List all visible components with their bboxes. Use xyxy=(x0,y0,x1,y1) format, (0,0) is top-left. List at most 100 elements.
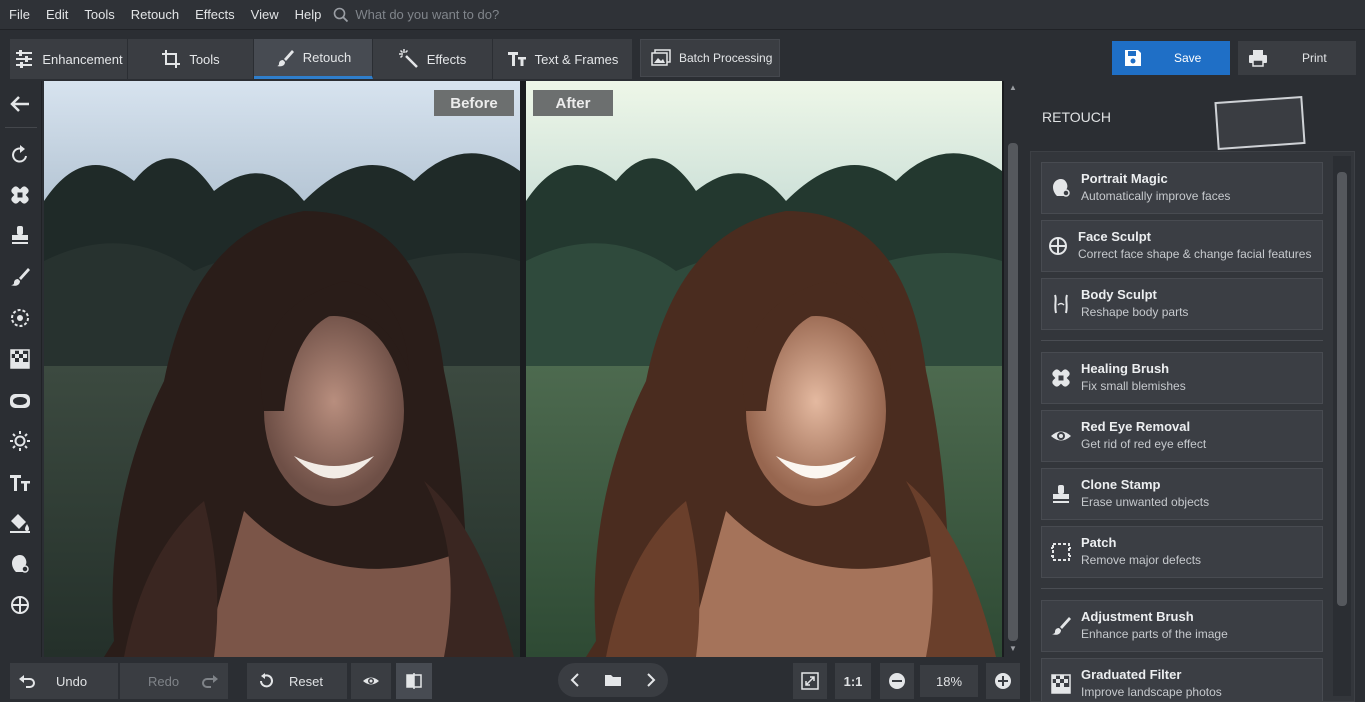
reset-button[interactable]: Reset xyxy=(247,663,347,699)
actual-size-button[interactable]: 1:1 xyxy=(835,663,871,699)
selection-tool[interactable] xyxy=(6,304,34,332)
face-sculpt-tool[interactable] xyxy=(6,591,34,619)
reset-icon xyxy=(260,673,273,688)
menu-tools[interactable]: Tools xyxy=(76,0,122,29)
item-title: Patch xyxy=(1081,535,1117,550)
before-image: Before xyxy=(44,81,520,657)
item-title: Body Sculpt xyxy=(1081,287,1157,302)
panel-scrollbar[interactable] xyxy=(1333,156,1351,696)
tab-retouch[interactable]: Retouch xyxy=(254,39,373,79)
eye-icon xyxy=(363,677,379,685)
scroll-thumb[interactable] xyxy=(1337,172,1347,606)
patch-item[interactable]: Patch Remove major defects xyxy=(1041,526,1323,578)
brush-icon xyxy=(1052,617,1071,635)
target-icon xyxy=(11,309,29,327)
zoom-out-button[interactable] xyxy=(880,663,914,699)
menu-edit[interactable]: Edit xyxy=(38,0,76,29)
batch-processing-button[interactable]: Batch Processing xyxy=(640,39,780,77)
undo-button[interactable]: Undo xyxy=(10,663,118,699)
tab-text-frames[interactable]: Text & Frames xyxy=(493,39,633,79)
red-eye-removal-item[interactable]: Red Eye Removal Get rid of red eye effec… xyxy=(1041,410,1323,462)
preview-toggle-button[interactable] xyxy=(351,663,391,699)
adjustment-brush-item[interactable]: Adjustment Brush Enhance parts of the im… xyxy=(1041,600,1323,652)
next-image-icon[interactable] xyxy=(642,672,658,688)
printer-icon xyxy=(1249,50,1267,67)
body-sculpt-item[interactable]: Body Sculpt Reshape body parts xyxy=(1041,278,1323,330)
tab-tools[interactable]: Tools xyxy=(128,39,254,79)
tab-effects[interactable]: Effects xyxy=(373,39,493,79)
retouch-panel: RETOUCH Portrait Magic Automatically imp… xyxy=(1030,81,1365,702)
text-icon xyxy=(10,475,30,491)
tab-enhancement[interactable]: Enhancement xyxy=(10,39,128,79)
menu-view[interactable]: View xyxy=(243,0,287,29)
clone-stamp-item[interactable]: Clone Stamp Erase unwanted objects xyxy=(1041,468,1323,520)
scroll-up-icon[interactable]: ▲ xyxy=(1008,83,1018,93)
zoom-level[interactable]: 18% xyxy=(920,665,978,697)
item-title: Adjustment Brush xyxy=(1081,609,1194,624)
scroll-thumb[interactable] xyxy=(1008,143,1018,641)
paint-bucket-icon xyxy=(10,514,30,533)
print-button[interactable]: Print xyxy=(1238,41,1356,75)
scroll-down-icon[interactable]: ▼ xyxy=(1008,644,1018,654)
item-desc: Enhance parts of the image xyxy=(1081,627,1228,641)
bottom-bar: Undo Redo Reset 1:1 18% xyxy=(0,657,1030,702)
item-title: Portrait Magic xyxy=(1081,171,1168,186)
divider xyxy=(1041,340,1323,341)
portrait-tool[interactable] xyxy=(6,550,34,578)
sun-icon xyxy=(10,431,30,451)
search-input[interactable] xyxy=(355,7,596,22)
rotate-tool[interactable] xyxy=(6,141,34,169)
zoom-in-icon xyxy=(995,673,1011,689)
fit-to-screen-button[interactable] xyxy=(793,663,827,699)
zoom-in-button[interactable] xyxy=(986,663,1020,699)
face-sculpt-icon xyxy=(1049,237,1067,255)
item-title: Red Eye Removal xyxy=(1081,419,1191,434)
item-desc: Reshape body parts xyxy=(1081,305,1189,319)
ellipse-frame-icon xyxy=(10,394,30,408)
bandage-icon xyxy=(1052,369,1070,387)
graduated-filter-item[interactable]: Graduated Filter Improve landscape photo… xyxy=(1041,658,1323,701)
body-sculpt-icon xyxy=(1054,294,1068,314)
panel-header: RETOUCH xyxy=(1030,81,1365,151)
left-tool-bar xyxy=(0,81,42,657)
canvas-scrollbar[interactable]: ▲ ▼ xyxy=(1004,81,1022,657)
search-icon xyxy=(334,7,349,22)
portrait-magic-item[interactable]: Portrait Magic Automatically improve fac… xyxy=(1041,162,1323,214)
photo-canvas[interactable]: Before After xyxy=(44,81,1004,657)
fill-tool[interactable] xyxy=(6,509,34,537)
item-title: Healing Brush xyxy=(1081,361,1170,376)
image-navigator xyxy=(558,663,668,697)
menu-file[interactable]: File xyxy=(0,0,38,29)
back-button[interactable] xyxy=(6,90,34,118)
compare-toggle-button[interactable] xyxy=(396,663,432,699)
item-desc: Automatically improve faces xyxy=(1081,189,1231,203)
crop-icon xyxy=(162,50,181,68)
healing-tool[interactable] xyxy=(6,181,34,209)
eye-icon xyxy=(1051,431,1071,441)
brush-tool[interactable] xyxy=(6,263,34,291)
clone-stamp-tool[interactable] xyxy=(6,221,34,249)
menu-help[interactable]: Help xyxy=(287,0,330,29)
gradient-tool[interactable] xyxy=(6,345,34,373)
tab-label: Retouch xyxy=(302,50,352,65)
face-sculpt-item[interactable]: Face Sculpt Correct face shape & change … xyxy=(1041,220,1323,272)
light-tool[interactable] xyxy=(6,427,34,455)
healing-brush-item[interactable]: Healing Brush Fix small blemishes xyxy=(1041,352,1323,404)
folder-icon[interactable] xyxy=(604,672,622,688)
rotate-icon xyxy=(12,145,27,163)
redo-button[interactable]: Redo xyxy=(120,663,228,699)
tab-label: Enhancement xyxy=(42,51,123,67)
print-label: Print xyxy=(1302,51,1327,65)
batch-label: Batch Processing xyxy=(679,51,773,65)
menu-bar: File Edit Tools Retouch Effects View Hel… xyxy=(0,0,1365,29)
menu-retouch[interactable]: Retouch xyxy=(123,0,187,29)
vignette-tool[interactable] xyxy=(6,387,34,415)
menu-effects[interactable]: Effects xyxy=(187,0,243,29)
text-tool[interactable] xyxy=(6,469,34,497)
item-title: Graduated Filter xyxy=(1081,667,1182,682)
item-title: Clone Stamp xyxy=(1081,477,1161,492)
brush-icon xyxy=(276,49,294,66)
item-title: Face Sculpt xyxy=(1078,229,1151,244)
save-button[interactable]: Save xyxy=(1112,41,1230,75)
previous-image-icon[interactable] xyxy=(568,672,584,688)
